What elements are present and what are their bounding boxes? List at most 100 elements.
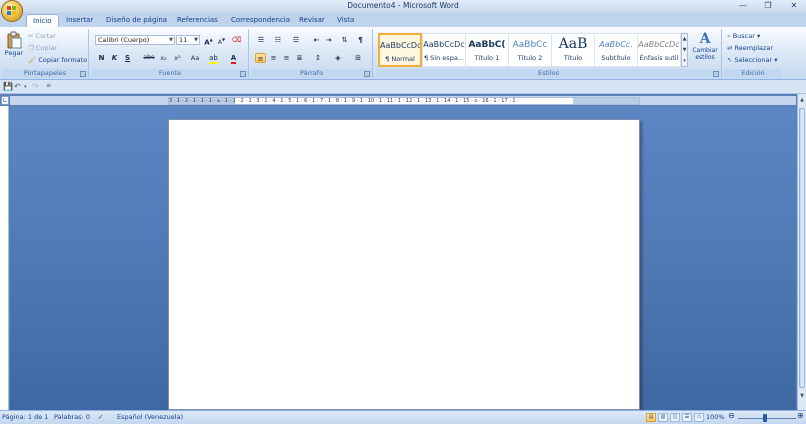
decrease-indent-button[interactable]: ⇤	[311, 35, 322, 45]
font-launcher-icon[interactable]: ↘	[240, 71, 246, 77]
book-icon: ▥	[660, 414, 666, 420]
draft-icon: ▭	[696, 414, 702, 420]
change-case-button[interactable]: Aa	[188, 53, 202, 63]
show-marks-button[interactable]: ¶	[355, 35, 366, 45]
zoom-slider-thumb[interactable]	[763, 414, 767, 422]
print-layout-view-button[interactable]: ▤	[646, 413, 656, 422]
page-view-icon: ▤	[648, 414, 654, 420]
bullets-button[interactable]: ☰	[254, 35, 268, 45]
customize-toolbar-icon[interactable]: ≡	[46, 82, 51, 89]
undo-icon[interactable]: ↶	[14, 82, 21, 91]
scroll-up-icon[interactable]: ▲	[798, 96, 806, 104]
minimize-button[interactable]: —	[733, 0, 753, 12]
tab-diseno-pagina[interactable]: Diseño de página	[106, 14, 167, 27]
scroll-down-icon[interactable]: ▼	[798, 392, 806, 400]
underline-button[interactable]: S	[122, 53, 133, 63]
replace-label: Reemplazar	[734, 44, 774, 52]
horizontal-ruler[interactable]: 3 · 1 · 2 · 1 · 1 · 1 · ⌂ · 1 · 1 · 2 · …	[168, 97, 640, 105]
tab-inicio[interactable]: Inicio	[26, 14, 59, 27]
vertical-scrollbar[interactable]: ▲ ▼	[797, 94, 806, 410]
style-name: Subtítulo	[601, 54, 631, 62]
styles-launcher-icon[interactable]: ↘	[713, 71, 719, 77]
ribbon-tabs: Inicio Insertar Diseño de página Referen…	[0, 13, 806, 27]
zoom-slider-track[interactable]	[738, 418, 796, 419]
clear-format-button[interactable]: ⌫	[231, 35, 242, 45]
clipboard-launcher-icon[interactable]: ↘	[80, 71, 86, 77]
group-clipboard: Pegar ✂ Cortar ❐ Copiar 🖌 Copiar formato…	[2, 29, 89, 78]
style-enfasis-sutil[interactable]: AaBbCcDc Énfasis sutil	[637, 33, 681, 67]
zoom-in-icon[interactable]: ⊕	[797, 411, 804, 420]
draft-view-button[interactable]: ▭	[694, 413, 704, 422]
justify-button[interactable]: ≣	[294, 53, 305, 63]
borders-button[interactable]: ⊞	[351, 53, 365, 63]
document-page[interactable]	[168, 119, 640, 410]
zoom-out-icon[interactable]: ⊖	[728, 411, 735, 420]
style-titulo[interactable]: AaB Título	[551, 33, 595, 67]
style-name: Título 1	[474, 54, 500, 62]
paste-button[interactable]: Pegar	[4, 31, 24, 57]
grow-font-button[interactable]: A▲	[203, 35, 214, 46]
tab-vista[interactable]: Vista	[337, 14, 354, 27]
font-size-select[interactable]: 11 ▼	[176, 35, 200, 45]
cut-button[interactable]: ✂ Cortar	[28, 32, 56, 40]
copy-button[interactable]: ❐ Copiar	[28, 44, 57, 52]
style-sin-espaciado[interactable]: AaBbCcDc ¶ Sin espa...	[422, 33, 466, 67]
tab-correspondencia[interactable]: Correspondencia	[231, 14, 290, 27]
shading-button[interactable]: ◈	[331, 53, 345, 63]
outline-view-button[interactable]: ☰	[682, 413, 692, 422]
language-indicator[interactable]: Español (Venezuela)	[117, 413, 183, 421]
replace-button[interactable]: ⇄ Reemplazar	[727, 44, 773, 52]
font-group-label: Fuente	[92, 69, 248, 78]
format-painter-label: Copiar formato	[38, 56, 88, 64]
select-button[interactable]: ↖ Seleccionar ▾	[727, 56, 778, 64]
office-button[interactable]	[1, 0, 23, 22]
tab-revisar[interactable]: Revisar	[299, 14, 325, 27]
find-button[interactable]: ⌕ Buscar ▾	[727, 32, 760, 41]
style-titulo-2[interactable]: AaBbCc Título 2	[508, 33, 552, 67]
close-button[interactable]: ✕	[784, 0, 804, 12]
page-count[interactable]: Página: 1 de 1	[2, 413, 48, 421]
style-titulo-1[interactable]: AaBbC( Título 1	[465, 33, 509, 67]
change-styles-button[interactable]: A Cambiar estilos	[690, 31, 720, 61]
web-layout-button[interactable]: ◫	[670, 413, 680, 422]
strikethrough-button[interactable]: abe	[142, 53, 156, 63]
align-right-button[interactable]: ≡	[281, 53, 292, 63]
word-count[interactable]: Palabras: 0	[54, 413, 90, 421]
align-center-button[interactable]: ≡	[268, 53, 279, 63]
increase-indent-button[interactable]: ⇥	[323, 35, 334, 45]
restore-button[interactable]: ❐	[758, 0, 778, 12]
font-name-select[interactable]: Calibri (Cuerpo) ▼	[95, 35, 175, 45]
highlight-button[interactable]: ab	[208, 53, 219, 64]
multilevel-list-button[interactable]: ☲	[289, 35, 303, 45]
editing-group-label: Edición	[724, 69, 782, 78]
subscript-button[interactable]: x₂	[158, 53, 169, 63]
font-color-button[interactable]: A	[228, 53, 239, 64]
style-sample: AaBbCc.	[599, 40, 633, 49]
shrink-font-button[interactable]: A▼	[216, 35, 227, 46]
save-icon[interactable]: 💾	[3, 82, 13, 91]
tab-referencias[interactable]: Referencias	[177, 14, 218, 27]
superscript-button[interactable]: x²	[172, 53, 183, 63]
bold-button[interactable]: N	[96, 53, 107, 63]
ruler-tab-selector[interactable]: ∟	[1, 96, 9, 105]
full-screen-reading-button[interactable]: ▥	[658, 413, 668, 422]
vertical-ruler[interactable]	[0, 106, 9, 410]
ruler-marks: 3 · 1 · 2 · 1 · 1 · 1 · ⌂ · 1 · 1 · 2 · …	[169, 98, 519, 104]
paragraph-launcher-icon[interactable]: ↘	[364, 71, 370, 77]
line-spacing-button[interactable]: ↕	[311, 53, 325, 63]
paste-label: Pegar	[4, 49, 24, 57]
styles-gallery-scroll[interactable]: ▲ ▼ ▾	[681, 33, 688, 67]
numbering-button[interactable]: ☷	[271, 35, 285, 45]
redo-icon[interactable]: ↷	[32, 82, 39, 91]
style-subtitulo[interactable]: AaBbCc. Subtítulo	[594, 33, 638, 67]
italic-button[interactable]: K	[109, 53, 120, 63]
proofing-icon[interactable]: ✓	[98, 413, 103, 421]
style-normal[interactable]: AaBbCcDc ¶ Normal	[378, 33, 422, 67]
zoom-level[interactable]: 100%	[706, 413, 725, 421]
sort-button[interactable]: ⇅	[339, 35, 350, 45]
align-left-button[interactable]: ≡	[255, 53, 266, 63]
format-painter-button[interactable]: 🖌 Copiar formato	[28, 56, 87, 64]
tab-insertar[interactable]: Insertar	[66, 14, 93, 27]
scrollbar-thumb[interactable]	[799, 108, 805, 388]
undo-dropdown-icon[interactable]: ▾	[24, 84, 27, 90]
